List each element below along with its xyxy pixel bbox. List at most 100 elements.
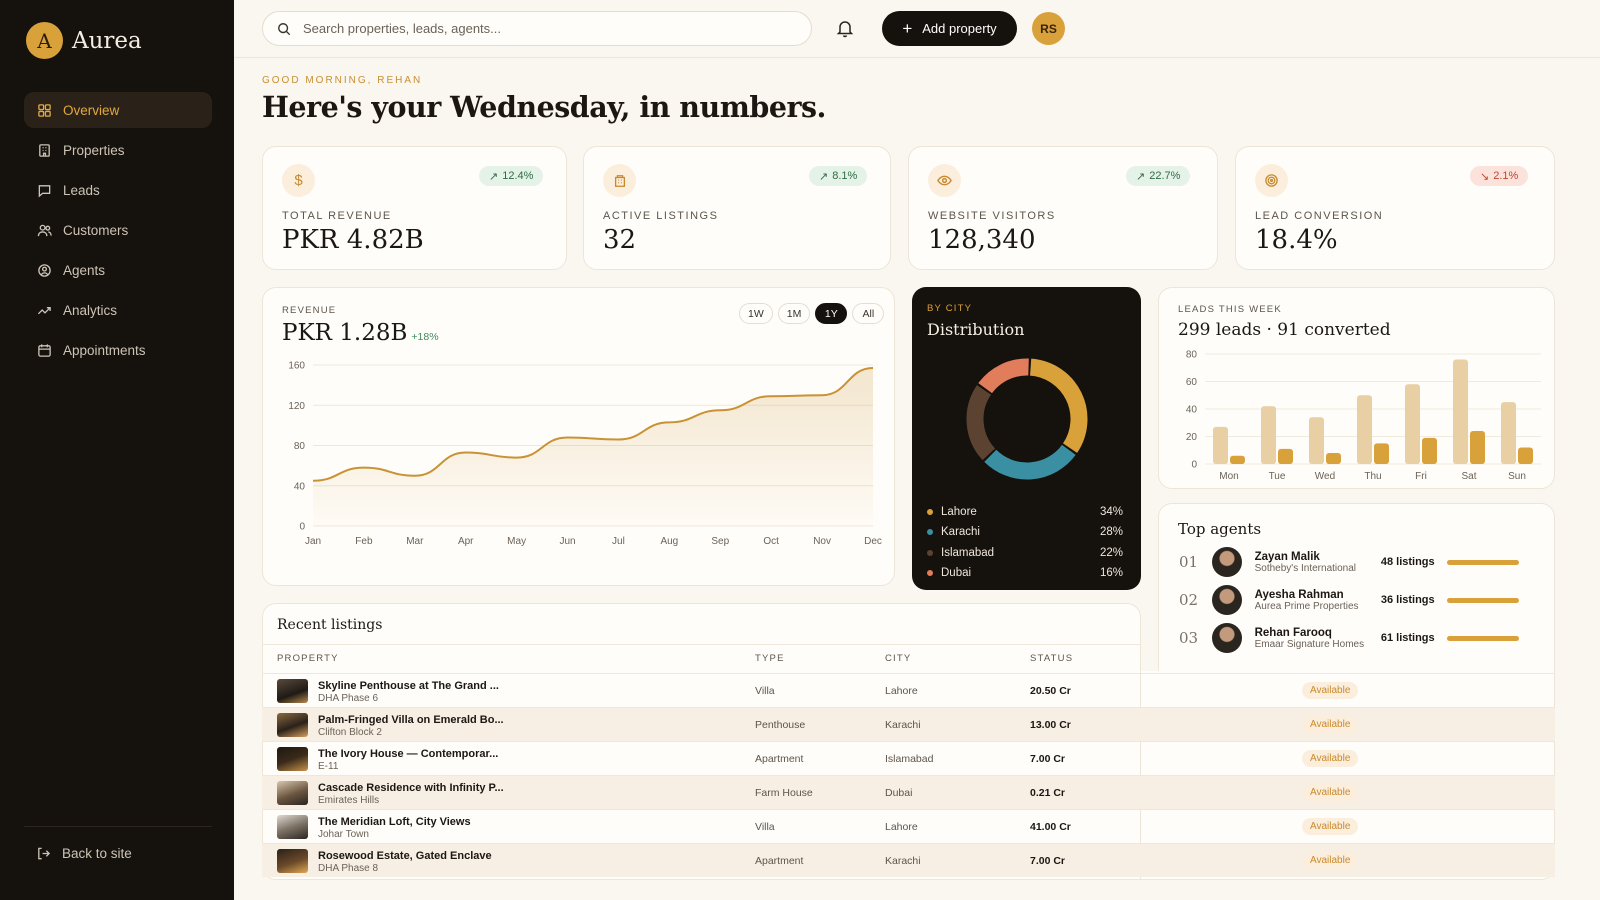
legend-pct: 34%	[1099, 506, 1123, 518]
user-avatar[interactable]: RS	[1032, 12, 1065, 45]
column-header-type[interactable]: TYPE	[755, 653, 785, 664]
table-row[interactable]: The Meridian Loft, City Views Johar Town…	[262, 809, 1555, 843]
revenue-area	[313, 368, 873, 526]
sidebar-item-customers[interactable]: Customers	[24, 212, 212, 248]
legend-city: Dubai	[941, 567, 972, 579]
kpi-value: 18.4%	[1255, 225, 1338, 255]
page-title: Here's your Wednesday, in numbers.	[262, 90, 826, 124]
agent-name: Ayesha Rahman	[1254, 588, 1344, 601]
property-area: Emirates Hills	[318, 795, 380, 806]
property-area: DHA Phase 6	[318, 693, 379, 704]
building-icon	[603, 164, 636, 197]
agent-rank: 01	[1179, 553, 1199, 571]
sidebar-item-agents[interactable]: Agents	[24, 252, 212, 288]
x-tick-label: Tue	[1269, 471, 1286, 482]
legend-dot	[927, 529, 933, 535]
column-header-status[interactable]: STATUS	[1030, 653, 1073, 664]
property-area: DHA Phase 8	[318, 863, 379, 874]
agent-company: Sotheby's International	[1254, 562, 1357, 574]
agent-row[interactable]: 02 Ayesha Rahman Aurea Prime Properties …	[1179, 583, 1519, 617]
add-property-button[interactable]: + Add property	[882, 11, 1017, 46]
x-tick-label: Feb	[355, 536, 373, 547]
property-name: Skyline Penthouse at The Grand ...	[318, 680, 499, 692]
users-icon	[37, 224, 52, 236]
table-row[interactable]: The Ivory House — Contemporar... E-11 Ap…	[262, 741, 1555, 775]
property-name: Palm-Fringed Villa on Emerald Bo...	[318, 714, 504, 726]
x-tick-label: Nov	[813, 536, 831, 547]
x-tick-label: Wed	[1315, 471, 1335, 482]
agent-name: Rehan Farooq	[1254, 626, 1332, 639]
brand-mark-icon: A	[26, 22, 63, 59]
property-price: 13.00 Cr	[1030, 719, 1071, 731]
property-thumbnail	[277, 679, 308, 703]
x-tick-label: Apr	[458, 536, 474, 547]
search-icon	[278, 22, 291, 35]
legend-row-islamabad: Islamabad 22%	[927, 547, 1123, 559]
search-input[interactable]	[303, 21, 783, 36]
agent-rank: 03	[1179, 629, 1199, 647]
property-type: Villa	[755, 685, 775, 697]
table-row[interactable]: Cascade Residence with Infinity P... Emi…	[262, 775, 1555, 809]
property-price: 7.00 Cr	[1030, 855, 1066, 867]
greeting: GOOD MORNING, REHAN	[262, 75, 423, 86]
property-type: Penthouse	[755, 719, 806, 731]
x-tick-label: Sun	[1508, 471, 1526, 482]
table-header-divider	[262, 644, 1141, 645]
bar-tue-1	[1278, 448, 1293, 464]
legend-city: Lahore	[941, 506, 977, 518]
agent-info: Ayesha Rahman Aurea Prime Properties	[1255, 589, 1381, 612]
property-type: Villa	[755, 821, 775, 833]
table-row[interactable]: Palm-Fringed Villa on Emerald Bo... Clif…	[262, 707, 1555, 741]
sidebar-item-label: Agents	[63, 262, 106, 278]
sidebar-item-properties[interactable]: Properties	[24, 132, 212, 168]
agent-company: Emaar Signature Homes	[1254, 638, 1365, 650]
status-badge: Available	[1302, 818, 1359, 835]
status-badge: Available	[1302, 716, 1359, 733]
kpi-label: ACTIVE LISTINGS	[603, 210, 719, 222]
back-label: Back to site	[62, 846, 132, 861]
table-row[interactable]: Skyline Penthouse at The Grand ... DHA P…	[262, 673, 1555, 707]
x-tick-label: Jul	[612, 536, 625, 547]
column-header-property[interactable]: PROPERTY	[277, 653, 339, 664]
bar-sat-1	[1470, 431, 1485, 464]
property-price: 0.21 Cr	[1030, 787, 1066, 799]
plus-icon: +	[902, 19, 913, 38]
bar-mon-1	[1230, 455, 1245, 464]
property-thumbnail	[277, 849, 308, 873]
property-thumbnail	[277, 747, 308, 771]
topbar-divider	[234, 57, 1600, 58]
dollar-icon: $	[282, 164, 315, 197]
donut-slice-lahore	[1029, 358, 1088, 453]
agent-row[interactable]: 03 Rehan Farooq Emaar Signature Homes 61…	[1179, 621, 1519, 655]
kpi-label: WEBSITE VISITORS	[928, 210, 1056, 222]
sidebar-item-leads[interactable]: Leads	[24, 172, 212, 208]
sidebar-item-label: Properties	[63, 142, 125, 158]
property-city: Karachi	[885, 719, 921, 731]
search-bar[interactable]	[262, 11, 812, 46]
agent-row[interactable]: 01 Zayan Malik Sotheby's International 4…	[1179, 545, 1519, 579]
distribution-title: Distribution	[927, 320, 1025, 339]
bar-sun-1	[1518, 447, 1533, 464]
brand-logo[interactable]: A Aurea	[26, 22, 142, 59]
sidebar: A Aurea Overview Properties Leads Custom…	[0, 0, 234, 900]
sidebar-item-label: Analytics	[63, 302, 118, 318]
kpi-change: 12.4%	[502, 170, 534, 182]
arrow-up-icon: ↗	[1136, 170, 1146, 183]
bar-sat-0	[1453, 359, 1468, 464]
sidebar-item-appointments[interactable]: Appointments	[24, 332, 212, 368]
table-row[interactable]: Rosewood Estate, Gated Enclave DHA Phase…	[262, 843, 1555, 877]
sidebar-item-analytics[interactable]: Analytics	[24, 292, 212, 328]
property-city: Lahore	[885, 821, 918, 833]
y-tick-label: 40	[1186, 405, 1198, 416]
agent-avatar	[1211, 623, 1242, 653]
column-header-city[interactable]: CITY	[885, 653, 911, 664]
sidebar-item-overview[interactable]: Overview	[24, 92, 212, 128]
agent-listings: 36 listings	[1380, 594, 1435, 606]
kpi-card-revenue: $ ↗ 12.4% TOTAL REVENUE PKR 4.82B	[262, 146, 567, 270]
leads-card: LEADS THIS WEEK 299 leads · 91 converted…	[1158, 287, 1555, 489]
bell-icon[interactable]	[835, 18, 855, 38]
user-circle-icon	[38, 263, 51, 277]
back-to-site-link[interactable]: Back to site	[36, 846, 132, 861]
y-tick-label: 120	[288, 401, 305, 412]
agent-avatar	[1211, 547, 1242, 577]
